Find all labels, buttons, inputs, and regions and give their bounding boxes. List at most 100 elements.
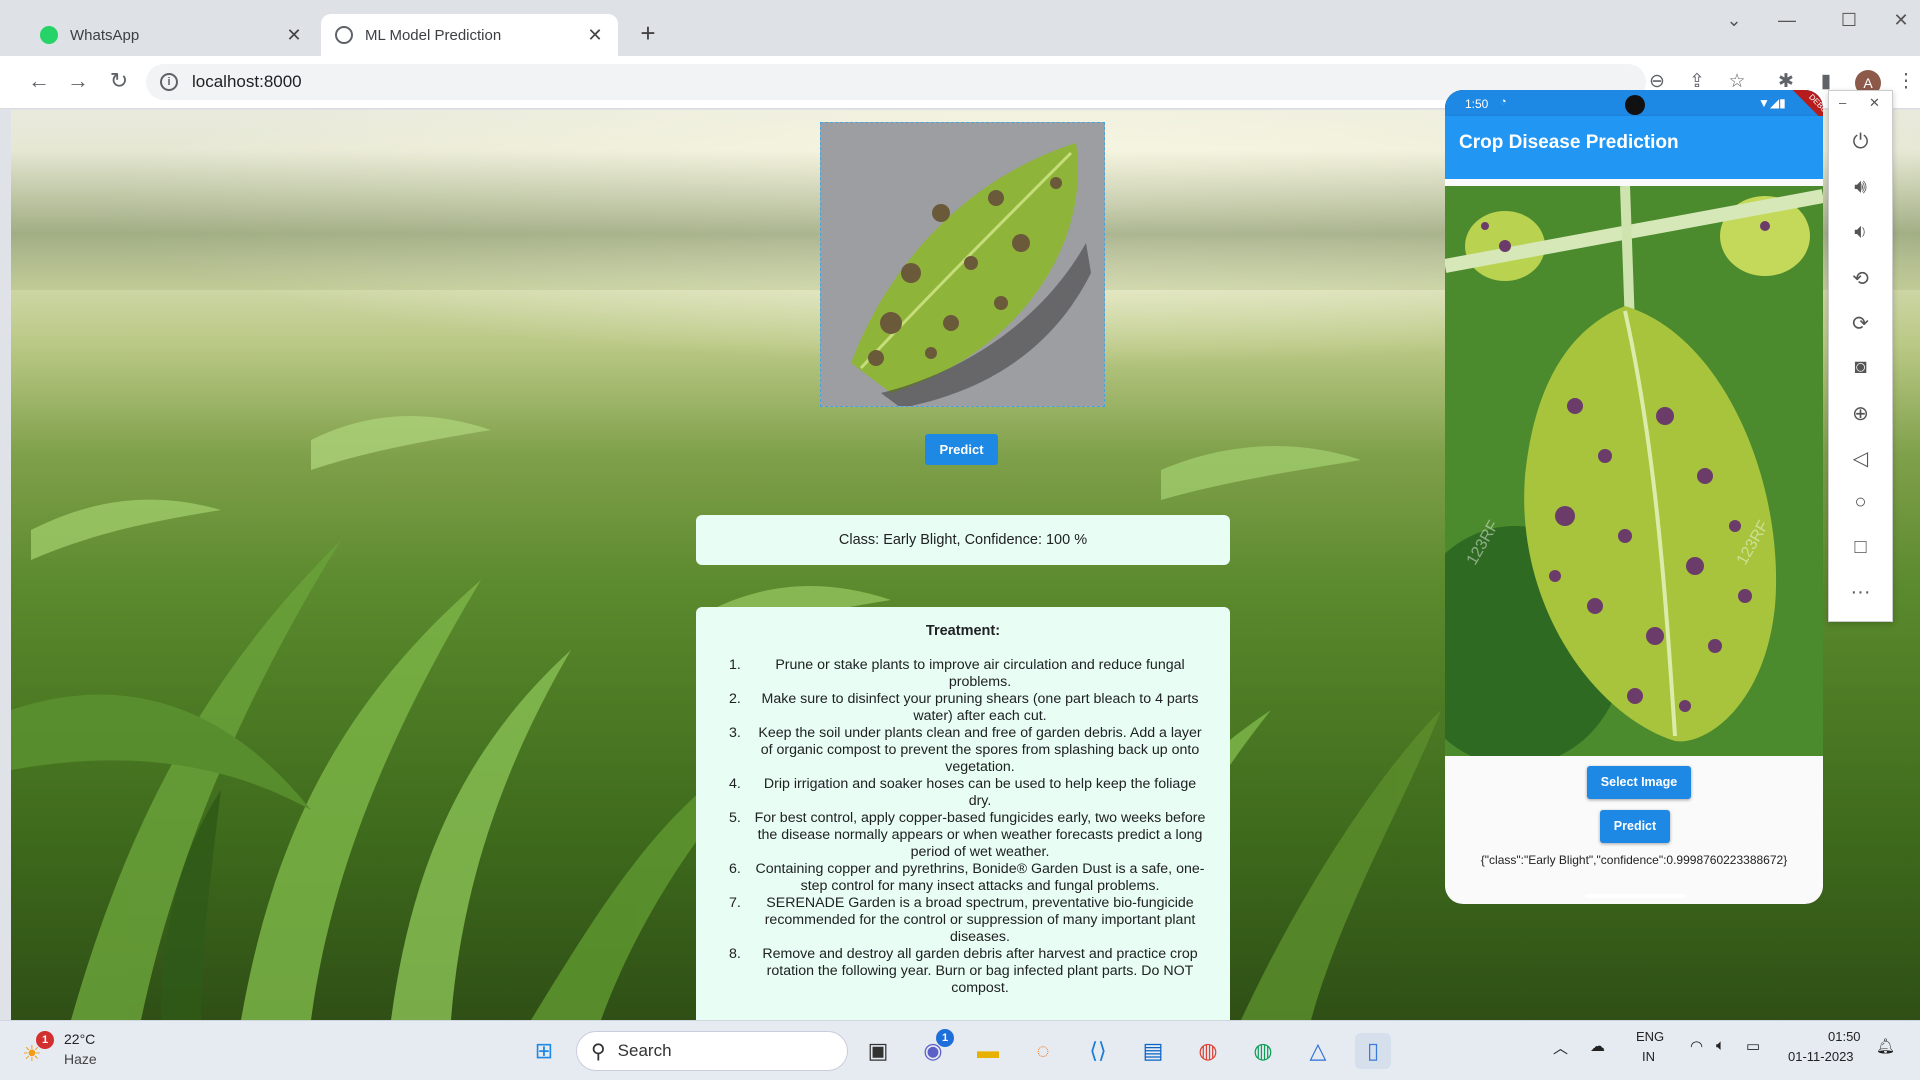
api-response-text: {"class":"Early Blight","confidence":0.9… bbox=[1480, 853, 1788, 867]
image-dropzone[interactable] bbox=[820, 122, 1105, 407]
home-icon[interactable]: ○ bbox=[1829, 491, 1892, 514]
forward-icon[interactable]: → bbox=[63, 68, 93, 94]
more-icon[interactable]: ··· bbox=[1829, 581, 1892, 604]
close-tab-icon[interactable]: ✕ bbox=[285, 25, 303, 46]
search-icon: ⚲ bbox=[591, 1040, 606, 1063]
onedrive-icon[interactable]: ☁ bbox=[1590, 1037, 1605, 1055]
android-studio-icon[interactable]: △ bbox=[1300, 1033, 1336, 1069]
battery-icon[interactable]: ▭ bbox=[1746, 1037, 1760, 1055]
treatment-number: 5. bbox=[729, 810, 741, 826]
tab-search-icon[interactable]: ⌄ bbox=[1719, 10, 1749, 31]
leaf-photo: 123RF 123RF bbox=[1445, 186, 1823, 756]
treatment-number: 2. bbox=[729, 691, 741, 707]
treatment-text: SERENADE Garden is a broad spectrum, pre… bbox=[764, 895, 1196, 945]
app-title-bar: Crop Disease Prediction bbox=[1445, 116, 1823, 179]
treatment-text: Make sure to disinfect your pruning shea… bbox=[761, 691, 1199, 724]
info-icon[interactable]: i bbox=[160, 73, 178, 91]
taskbar-search[interactable]: ⚲ Search bbox=[576, 1031, 848, 1071]
clock-date[interactable]: 01-11-2023 bbox=[1788, 1049, 1854, 1064]
minimize-emulator-icon[interactable]: – bbox=[1839, 95, 1846, 110]
overview-icon[interactable]: □ bbox=[1829, 536, 1892, 559]
tab-ml-model-prediction[interactable]: ML Model Prediction ✕ bbox=[321, 14, 618, 56]
jupyter-icon[interactable]: ◌ bbox=[1025, 1033, 1061, 1069]
treatment-item: 8. Remove and destroy all garden debris a… bbox=[718, 946, 1208, 997]
rotate-right-icon[interactable]: ⟳ bbox=[1829, 311, 1892, 336]
lang-code[interactable]: ENG bbox=[1636, 1029, 1664, 1044]
minimize-button[interactable]: — bbox=[1772, 10, 1802, 31]
status-circle-icon: ◔ bbox=[1500, 96, 1507, 108]
close-emulator-icon[interactable]: ✕ bbox=[1869, 95, 1880, 111]
tab-title: WhatsApp bbox=[70, 26, 140, 44]
treatment-card: Treatment: 1. Prune or stake plants to im… bbox=[696, 607, 1230, 1020]
windows-start-icon[interactable]: ⊞ bbox=[526, 1033, 562, 1069]
treatment-number: 4. bbox=[729, 776, 741, 792]
wifi-icon[interactable]: ◠ bbox=[1690, 1037, 1703, 1055]
wifi-signal-icon: ▼◢▮ bbox=[1758, 96, 1786, 110]
treatment-text: For best control, apply copper-based fun… bbox=[754, 810, 1206, 860]
close-window-button[interactable]: ✕ bbox=[1886, 10, 1916, 31]
tab-whatsapp[interactable]: WhatsApp ✕ bbox=[26, 14, 317, 56]
treatment-number: 8. bbox=[729, 946, 741, 962]
treatment-item: 3. Keep the soil under plants clean and f… bbox=[718, 725, 1208, 776]
treatment-text: Containing copper and pyrethrins, Bonide… bbox=[755, 861, 1205, 894]
volume-up-icon[interactable]: 🔊︎ bbox=[1829, 176, 1892, 199]
notification-bell-icon[interactable]: 🔔︎ bbox=[1876, 1037, 1895, 1055]
gesture-nav-bar[interactable] bbox=[1585, 894, 1685, 898]
treatment-item: 5. For best control, apply copper-based f… bbox=[718, 810, 1208, 861]
lang-region[interactable]: IN bbox=[1642, 1049, 1655, 1064]
app-body: 123RF 123RF Select Image Predict {"class… bbox=[1445, 179, 1823, 904]
uploaded-leaf-image bbox=[821, 123, 1104, 406]
maximize-button[interactable]: ☐ bbox=[1834, 10, 1864, 31]
weather-temp: 22°C bbox=[64, 1031, 96, 1047]
treatment-item: 2. Make sure to disinfect your pruning sh… bbox=[718, 691, 1208, 725]
file-explorer-icon[interactable]: ▬ bbox=[970, 1033, 1006, 1069]
weather-badge: 1 bbox=[36, 1031, 54, 1049]
task-view-icon[interactable]: ▣ bbox=[860, 1033, 896, 1069]
vscode-icon[interactable]: ⟨⟩ bbox=[1080, 1033, 1116, 1069]
phone-status-bar: 1:50 ◔ ▼◢▮ DEBUG bbox=[1445, 90, 1823, 144]
show-hidden-icons[interactable]: ︿ bbox=[1553, 1037, 1568, 1058]
back-icon[interactable]: ◁ bbox=[1829, 446, 1892, 471]
treatment-text: Remove and destroy all garden debris aft… bbox=[762, 946, 1198, 996]
menu-icon[interactable]: ⋮ bbox=[1893, 70, 1919, 93]
address-bar[interactable]: i localhost:8000 bbox=[146, 64, 1646, 100]
treatment-number: 1. bbox=[729, 657, 741, 673]
treatment-item: 6. Containing copper and pyrethrins, Boni… bbox=[718, 861, 1208, 895]
speaker-icon[interactable]: 🔈︎ bbox=[1716, 1037, 1725, 1054]
emulator-taskbar-icon[interactable]: ▯ bbox=[1355, 1033, 1391, 1069]
treatment-number: 6. bbox=[729, 861, 741, 877]
treatment-title: Treatment: bbox=[925, 623, 1001, 639]
treatment-number: 3. bbox=[729, 725, 741, 741]
treatment-item: 1. Prune or stake plants to improve air c… bbox=[718, 657, 1208, 691]
new-tab-button[interactable]: + bbox=[633, 18, 663, 49]
weather-widget[interactable]: ☀ 1 bbox=[22, 1031, 54, 1066]
treatment-text: Prune or stake plants to improve air cir… bbox=[775, 657, 1185, 690]
teams-badge: 1 bbox=[936, 1029, 954, 1047]
store-icon[interactable]: ▤ bbox=[1135, 1033, 1171, 1069]
treatment-item: 7. SERENADE Garden is a broad spectrum, p… bbox=[718, 895, 1208, 946]
treatment-item: 4. Drip irrigation and soaker hoses can b… bbox=[718, 776, 1208, 810]
whatsapp-icon bbox=[40, 26, 58, 44]
power-icon[interactable]: ⏻ bbox=[1829, 131, 1892, 154]
treatment-number: 7. bbox=[729, 895, 741, 911]
search-label: Search bbox=[617, 1041, 672, 1060]
camera-icon[interactable]: ◙ bbox=[1829, 356, 1892, 379]
phone-predict-button[interactable]: Predict bbox=[1600, 810, 1670, 843]
weather-desc: Haze bbox=[64, 1051, 97, 1067]
chrome-profile-icon[interactable]: ◍ bbox=[1245, 1033, 1281, 1069]
phone-time: 1:50 bbox=[1465, 97, 1489, 111]
selected-leaf-image: 123RF 123RF bbox=[1445, 186, 1823, 756]
volume-down-icon[interactable]: 🔉︎ bbox=[1829, 221, 1892, 244]
url-text: localhost:8000 bbox=[192, 72, 302, 91]
reload-icon[interactable]: ↻ bbox=[104, 68, 134, 94]
back-icon[interactable]: ← bbox=[24, 68, 54, 94]
close-tab-icon[interactable]: ✕ bbox=[586, 25, 604, 46]
chrome-icon[interactable]: ◍ bbox=[1190, 1033, 1226, 1069]
zoom-icon[interactable]: ⊕ bbox=[1829, 401, 1892, 426]
android-emulator: 1:50 ◔ ▼◢▮ DEBUG Crop Disease Prediction bbox=[1445, 90, 1823, 904]
treatment-text: Keep the soil under plants clean and fre… bbox=[758, 725, 1202, 775]
rotate-left-icon[interactable]: ⟲ bbox=[1829, 266, 1892, 291]
clock-time[interactable]: 01:50 bbox=[1828, 1029, 1861, 1044]
predict-button[interactable]: Predict bbox=[925, 434, 998, 465]
select-image-button[interactable]: Select Image bbox=[1587, 766, 1691, 799]
